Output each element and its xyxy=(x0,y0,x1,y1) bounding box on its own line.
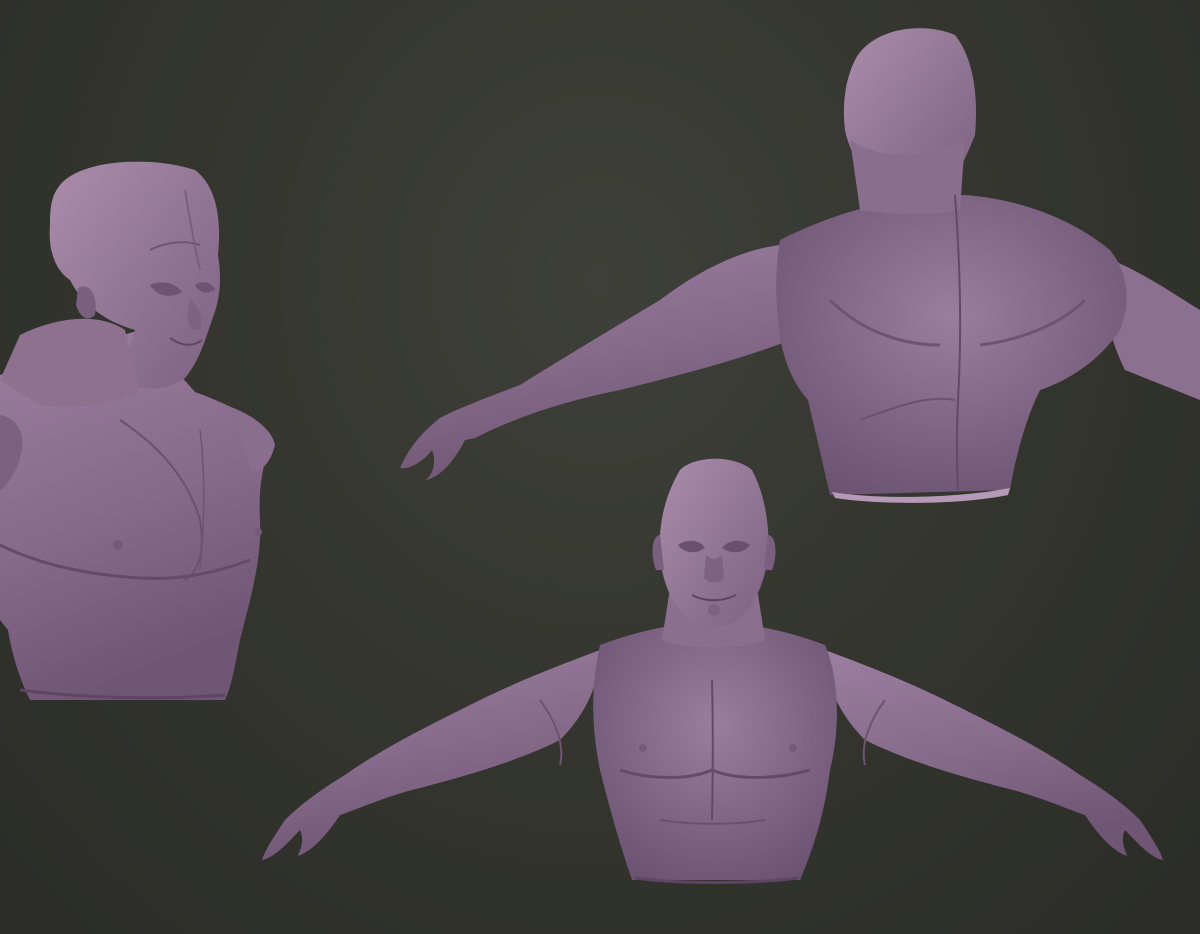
bust-three-quarter-view xyxy=(0,161,275,700)
bust-back-view xyxy=(400,28,1200,503)
bust-front-view xyxy=(262,458,1163,884)
sculpt-viewport[interactable] xyxy=(0,0,1200,934)
sculpt-render xyxy=(0,28,1200,884)
